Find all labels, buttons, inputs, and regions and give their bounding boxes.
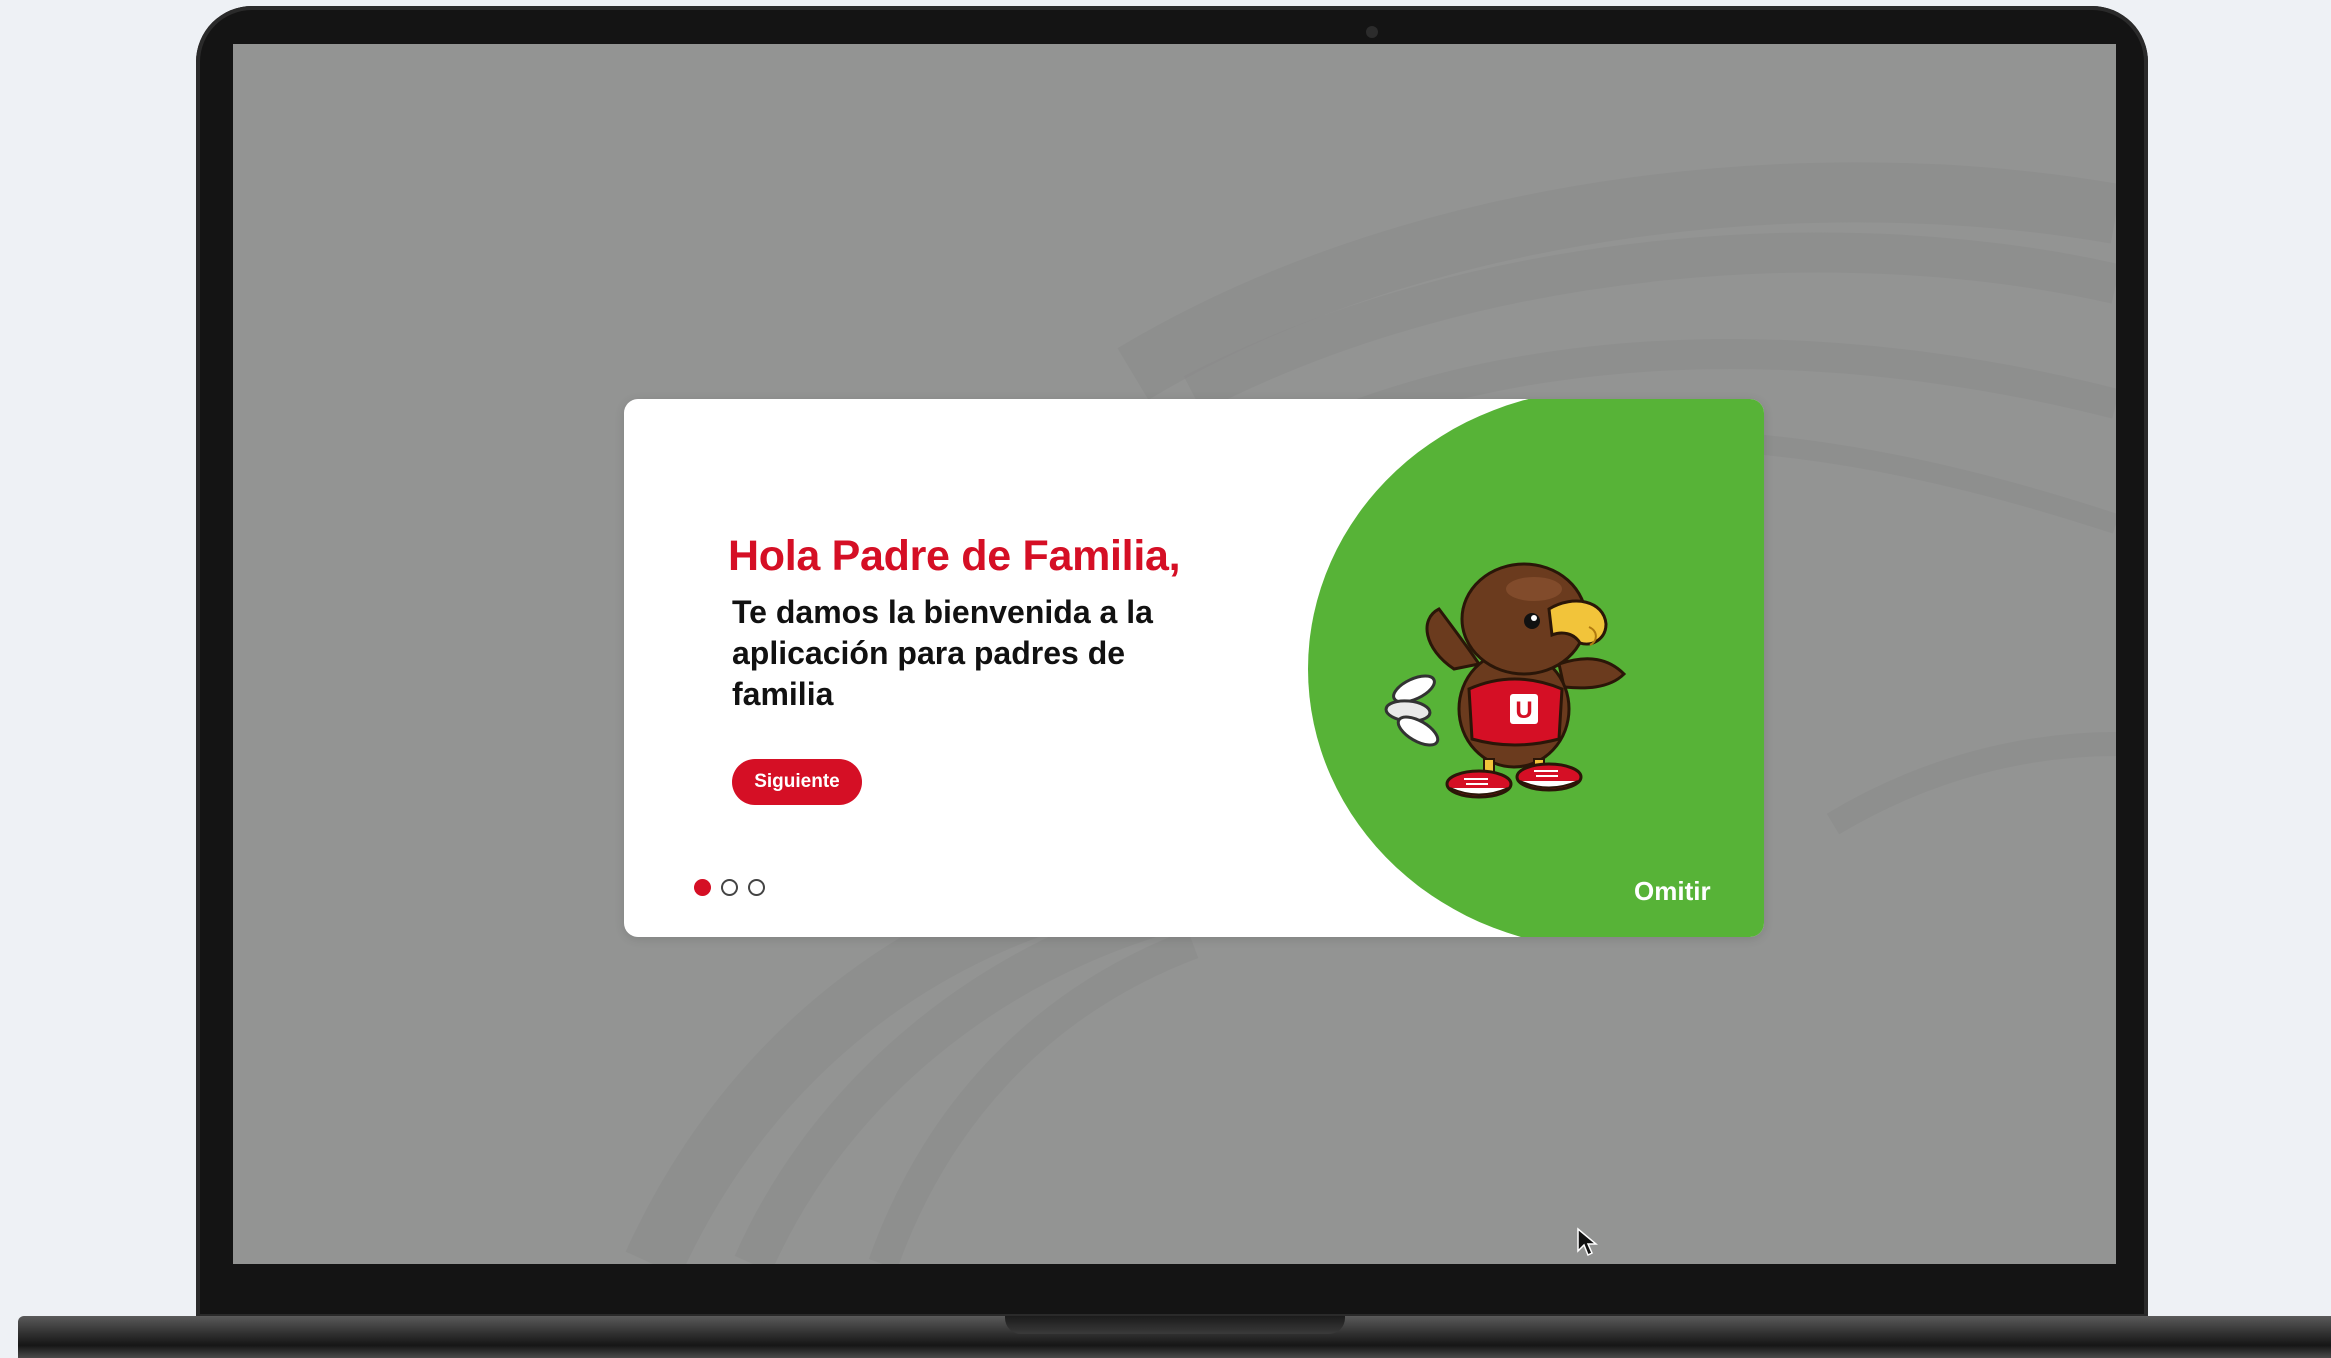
pagination-dots [694,879,765,896]
app-screen: Hola Padre de Familia, Te damos la bienv… [233,44,2116,1264]
skip-link[interactable]: Omitir [1634,876,1711,907]
next-button[interactable]: Siguiente [732,759,862,805]
camera-icon [1366,26,1378,38]
eagle-mascot-icon: U [1384,562,1627,799]
welcome-heading: Hola Padre de Familia, [728,532,1181,580]
mouse-cursor-icon [1577,1227,1598,1257]
pagination-dot-1[interactable] [694,879,711,896]
welcome-subheading: Te damos la bienvenida a la aplicación p… [732,594,1153,712]
welcome-dialog: Hola Padre de Familia, Te damos la bienv… [624,399,1764,937]
laptop-notch [1005,1316,1345,1334]
pagination-dot-2[interactable] [721,879,738,896]
pagination-dot-3[interactable] [748,879,765,896]
laptop-mockup: Hola Padre de Familia, Te damos la bienv… [0,0,2331,1358]
svg-text:U: U [1515,697,1532,724]
